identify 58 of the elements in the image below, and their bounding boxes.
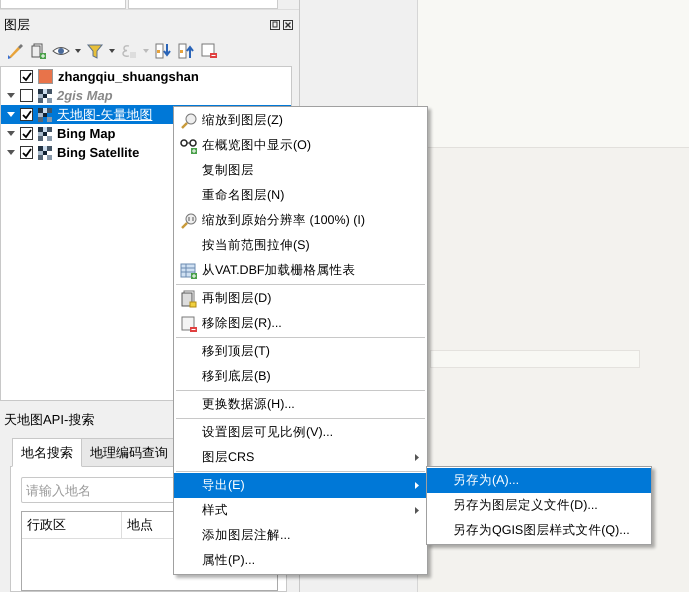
caret-icon[interactable] bbox=[75, 48, 81, 53]
remove-layer-icon[interactable] bbox=[200, 42, 218, 60]
arrow-down-icon[interactable] bbox=[154, 42, 172, 60]
menu-item[interactable]: 移到顶层(T) bbox=[174, 339, 427, 364]
panel-title: 图层 bbox=[4, 16, 30, 34]
raster-icon bbox=[38, 146, 52, 160]
remove-layer-icon bbox=[180, 314, 198, 332]
menu-item[interactable]: 缩放到原始分辨率 (100%) (I) bbox=[174, 208, 427, 233]
filter-icon[interactable] bbox=[86, 42, 104, 60]
table-icon bbox=[180, 262, 198, 280]
column-header: 行政区 bbox=[22, 512, 122, 538]
layer-name: 天地图-矢量地图 bbox=[57, 106, 152, 124]
layers-plus-icon[interactable] bbox=[29, 42, 47, 60]
checkbox[interactable] bbox=[20, 127, 33, 140]
menu-item[interactable]: 图层CRS bbox=[174, 445, 427, 470]
checkbox[interactable] bbox=[20, 70, 33, 84]
menu-item[interactable]: 移除图层(R)... bbox=[174, 311, 427, 336]
layer-name: Bing Satellite bbox=[57, 144, 140, 162]
raster-icon bbox=[38, 126, 52, 141]
menu-item[interactable]: 从VAT.DBF加载栅格属性表 bbox=[174, 258, 427, 283]
layer-name: Bing Map bbox=[57, 125, 116, 144]
raster-icon bbox=[38, 108, 52, 122]
expand-arrow-icon[interactable] bbox=[7, 112, 15, 118]
menu-item[interactable]: 复制图层 bbox=[174, 158, 427, 183]
raster-icon bbox=[38, 88, 52, 103]
close-icon[interactable] bbox=[283, 20, 293, 30]
menu-item[interactable]: 设置图层可见比例(V)... bbox=[174, 420, 427, 445]
menu-item[interactable]: 另存为图层定义文件(D)... bbox=[427, 493, 651, 518]
menu-item[interactable]: 再制图层(D) bbox=[174, 286, 427, 311]
menu-item[interactable]: 导出(E) bbox=[174, 473, 427, 498]
magnifier-icon bbox=[180, 112, 198, 130]
layer-name: 2gis Map bbox=[57, 87, 113, 106]
expand-arrow-icon[interactable] bbox=[7, 131, 15, 136]
layer-row[interactable]: 2gis Map bbox=[1, 86, 291, 106]
layer-name: zhangqiu_shuangshan bbox=[58, 68, 199, 86]
checkbox[interactable] bbox=[20, 108, 33, 122]
layer-row[interactable]: zhangqiu_shuangshan bbox=[1, 67, 291, 86]
magnifier-icon bbox=[180, 212, 198, 230]
float-icon[interactable] bbox=[270, 20, 280, 30]
panel-title: 天地图API-搜索 bbox=[3, 410, 96, 429]
menu-item[interactable]: 另存为(A)... bbox=[427, 468, 651, 493]
checkbox[interactable] bbox=[20, 89, 33, 102]
glasses-icon bbox=[180, 136, 198, 154]
expand-arrow-icon[interactable] bbox=[7, 150, 15, 156]
menu-item[interactable]: 另存为QGIS图层样式文件(Q)... bbox=[427, 518, 651, 543]
menu-item[interactable]: 在概览图中显示(O) bbox=[174, 133, 427, 158]
tab[interactable]: 地名搜索 bbox=[12, 438, 82, 467]
menu-item[interactable]: 更换数据源(H)... bbox=[174, 392, 427, 417]
brush-icon[interactable] bbox=[6, 42, 24, 60]
expand-arrow-icon[interactable] bbox=[7, 93, 15, 98]
duplicate-layer-icon bbox=[180, 290, 198, 308]
menu-item[interactable]: 属性(P)... bbox=[174, 548, 427, 573]
menu-item[interactable]: 按当前范围拉伸(S) bbox=[174, 233, 427, 258]
menu-item[interactable]: 移到底层(B) bbox=[174, 364, 427, 389]
menu-item[interactable]: 重命名图层(N) bbox=[174, 183, 427, 208]
caret-icon[interactable] bbox=[109, 48, 115, 53]
checkbox[interactable] bbox=[20, 146, 33, 160]
arrow-up-icon[interactable] bbox=[177, 42, 195, 60]
